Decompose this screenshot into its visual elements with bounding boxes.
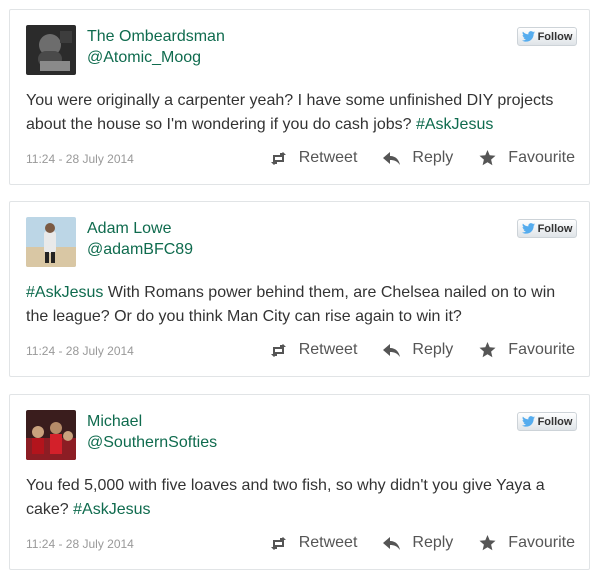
retweet-button[interactable]: Retweet [270, 341, 358, 359]
avatar[interactable] [26, 217, 76, 267]
follow-label: Follow [537, 415, 573, 428]
user-handle[interactable]: @SouthernSofties [87, 433, 217, 453]
favourite-label: Favourite [508, 149, 575, 166]
retweet-button[interactable]: Retweet [270, 534, 358, 552]
tweet-text-content: With Romans power behind them, are Chels… [26, 284, 556, 325]
star-icon [479, 150, 496, 166]
twitter-bird-icon [521, 223, 535, 234]
tweet-card: Adam Lowe @adamBFC89 Follow #AskJesus Wi… [9, 201, 590, 377]
follow-button[interactable]: Follow [517, 27, 577, 46]
retweet-icon [270, 343, 286, 357]
hashtag-link[interactable]: #AskJesus [416, 116, 493, 133]
reply-icon [383, 343, 401, 357]
user-handle[interactable]: @adamBFC89 [87, 240, 193, 260]
tweet-card: The Ombeardsman @Atomic_Moog Follow You … [9, 9, 590, 185]
tweet-text: You fed 5,000 with five loaves and two f… [26, 474, 571, 522]
timestamp[interactable]: 11:24 - 28 July 2014 [26, 537, 134, 551]
retweet-label: Retweet [298, 534, 358, 551]
hashtag-link[interactable]: #AskJesus [26, 284, 103, 301]
favourite-button[interactable]: Favourite [479, 534, 575, 552]
tweet-actions: Retweet Reply Favourite [270, 340, 575, 360]
timestamp[interactable]: 11:24 - 28 July 2014 [26, 344, 134, 358]
reply-label: Reply [412, 341, 454, 358]
reply-button[interactable]: Reply [383, 534, 453, 552]
tweet-text: You were originally a carpenter yeah? I … [26, 89, 571, 137]
tweet-card: Michael @SouthernSofties Follow You fed … [9, 394, 590, 570]
star-icon [479, 342, 496, 358]
reply-button[interactable]: Reply [383, 341, 453, 359]
retweet-button[interactable]: Retweet [270, 149, 358, 167]
display-name[interactable]: Michael [87, 412, 142, 432]
favourite-label: Favourite [508, 341, 575, 358]
favourite-button[interactable]: Favourite [479, 341, 575, 359]
display-name[interactable]: Adam Lowe [87, 219, 172, 239]
follow-button[interactable]: Follow [517, 219, 577, 238]
reply-label: Reply [412, 149, 454, 166]
tweet-text: #AskJesus With Romans power behind them,… [26, 281, 571, 329]
retweet-icon [270, 536, 286, 550]
tweet-actions: Retweet Reply Favourite [270, 533, 575, 553]
follow-label: Follow [537, 222, 573, 235]
reply-icon [383, 151, 401, 165]
favourite-label: Favourite [508, 534, 575, 551]
twitter-bird-icon [521, 416, 535, 427]
reply-icon [383, 536, 401, 550]
retweet-label: Retweet [298, 341, 358, 358]
reply-button[interactable]: Reply [383, 149, 453, 167]
avatar[interactable] [26, 25, 76, 75]
retweet-label: Retweet [298, 149, 358, 166]
follow-button[interactable]: Follow [517, 412, 577, 431]
twitter-bird-icon [521, 31, 535, 42]
timestamp[interactable]: 11:24 - 28 July 2014 [26, 152, 134, 166]
display-name[interactable]: The Ombeardsman [87, 27, 225, 47]
reply-label: Reply [412, 534, 454, 551]
favourite-button[interactable]: Favourite [479, 149, 575, 167]
hashtag-link[interactable]: #AskJesus [73, 501, 150, 518]
star-icon [479, 535, 496, 551]
avatar[interactable] [26, 410, 76, 460]
retweet-icon [270, 151, 286, 165]
follow-label: Follow [537, 30, 573, 43]
user-handle[interactable]: @Atomic_Moog [87, 48, 201, 68]
tweet-actions: Retweet Reply Favourite [270, 148, 575, 168]
